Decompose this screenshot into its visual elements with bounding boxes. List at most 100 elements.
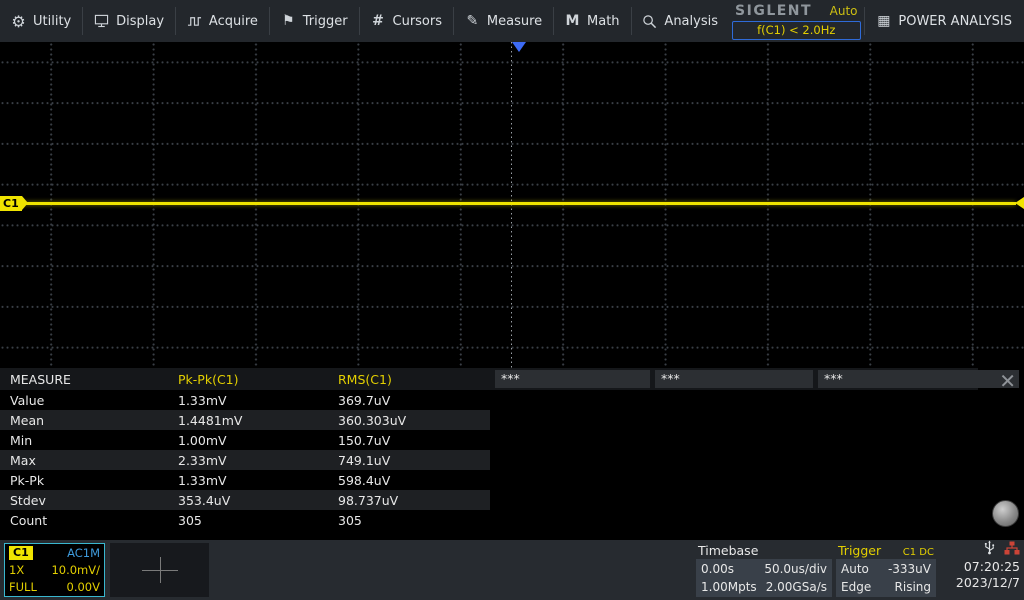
- top-menu-bar: ⚙ Utility Display Acquire ⚑ Trigger # Cu…: [0, 0, 1024, 42]
- stat-value: 1.33mV: [175, 393, 335, 408]
- channel1-trace: [0, 202, 1016, 205]
- usb-icon: [984, 540, 995, 559]
- menu-item-utility-label: Utility: [33, 14, 71, 29]
- measure-row-min: Min 1.00mV 150.7uV: [0, 430, 1024, 450]
- power-analysis-label: POWER ANALYSIS: [898, 14, 1012, 29]
- menu-item-display[interactable]: Display: [83, 0, 175, 42]
- cursors-icon: #: [371, 13, 386, 29]
- stat-value: 305: [175, 513, 335, 528]
- menu-item-cursors[interactable]: # Cursors: [360, 0, 454, 42]
- stat-value: 1.4481mV: [175, 413, 335, 428]
- trigger-mode: Auto: [841, 562, 888, 576]
- clock-date: 2023/12/7: [956, 575, 1020, 591]
- stat-label: Max: [0, 453, 175, 468]
- measure-column-rms: RMS(C1): [335, 372, 495, 387]
- trigger-position-line: [511, 42, 512, 368]
- power-analysis-button[interactable]: ▦ POWER ANALYSIS: [864, 0, 1024, 42]
- stat-label: Min: [0, 433, 175, 448]
- power-analysis-icon: ▦: [876, 13, 891, 29]
- menu-item-trigger[interactable]: ⚑ Trigger: [270, 0, 359, 42]
- stat-value: 369.7uV: [335, 393, 495, 408]
- timebase-label: Timebase: [696, 543, 832, 559]
- trigger-flag-icon: ⚑: [281, 13, 296, 29]
- clock-time: 07:20:25: [964, 559, 1020, 575]
- trigger-level-marker[interactable]: [1015, 197, 1024, 209]
- siglent-logo: SIGLENT: [735, 3, 812, 19]
- measure-row-stdev: Stdev 353.4uV 98.737uV: [0, 490, 1024, 510]
- menu-item-cursors-label: Cursors: [393, 14, 443, 29]
- stat-value: 598.4uV: [335, 473, 495, 488]
- stat-label: Stdev: [0, 493, 175, 508]
- trigger-source: C1 DC: [903, 547, 934, 558]
- brand-status-block: SIGLENT Auto f(C1) < 2.0Hz: [729, 0, 863, 42]
- stat-value: 749.1uV: [335, 453, 495, 468]
- measure-column-empty-1[interactable]: ***: [495, 370, 650, 388]
- timebase-delay: 0.00s: [701, 562, 764, 576]
- menu-item-measure[interactable]: ✎ Measure: [454, 0, 553, 42]
- add-channel-slot[interactable]: [110, 543, 209, 597]
- channel1-badge: C1: [9, 546, 33, 560]
- menu-item-math-label: Math: [587, 14, 620, 29]
- measure-icon: ✎: [465, 13, 480, 29]
- measure-column-pkpk: Pk-Pk(C1): [175, 372, 335, 387]
- menu-item-display-label: Display: [116, 14, 164, 29]
- bottom-status-bar: C1 AC1M 1X 10.0mV/ FULL 0.00V Timebase 0…: [0, 540, 1024, 600]
- stat-value: 150.7uV: [335, 433, 495, 448]
- timebase-panel[interactable]: Timebase 0.00s 50.0us/div 1.00Mpts 2.00G…: [696, 543, 832, 597]
- channel1-probe: 1X: [9, 563, 24, 577]
- channel1-level-marker[interactable]: C1: [0, 196, 22, 211]
- status-block: 07:20:25 2023/12/7: [934, 542, 1020, 592]
- menu-item-trigger-label: Trigger: [303, 14, 348, 29]
- gear-icon: ⚙: [11, 12, 26, 31]
- analysis-icon: [642, 14, 657, 29]
- measure-row-max: Max 2.33mV 749.1uV: [0, 450, 1024, 470]
- stat-value: 1.00mV: [175, 433, 335, 448]
- stat-label: Mean: [0, 413, 175, 428]
- trigger-label: Trigger: [838, 543, 881, 558]
- math-icon: M: [565, 13, 580, 29]
- crosshair-plus-icon: [142, 557, 178, 583]
- acquire-icon: [187, 14, 202, 28]
- frequency-counter: f(C1) < 2.0Hz: [732, 21, 860, 40]
- lan-icon: [1004, 541, 1020, 559]
- channel1-descriptor-box[interactable]: C1 AC1M 1X 10.0mV/ FULL 0.00V: [4, 543, 105, 597]
- menu-item-acquire[interactable]: Acquire: [176, 0, 269, 42]
- trigger-type: Edge: [841, 580, 888, 594]
- menu-item-analysis[interactable]: Analysis: [631, 0, 729, 42]
- measure-column-empty-3[interactable]: ***: [818, 370, 1019, 388]
- measure-row-mean: Mean 1.4481mV 360.303uV: [0, 410, 1024, 430]
- stat-label: Count: [0, 513, 175, 528]
- measure-header-row: MEASURE Pk-Pk(C1) RMS(C1) *** *** ***: [0, 368, 1024, 390]
- stat-value: 1.33mV: [175, 473, 335, 488]
- timebase-samplerate: 2.00GSa/s: [764, 580, 827, 594]
- menu-item-acquire-label: Acquire: [209, 14, 258, 29]
- rotary-knob-indicator[interactable]: [992, 500, 1019, 527]
- measure-panel-title: MEASURE: [0, 372, 175, 387]
- stat-value: 305: [335, 513, 495, 528]
- stat-value: 353.4uV: [175, 493, 335, 508]
- trigger-slope: Rising: [888, 580, 931, 594]
- channel1-bandwidth: FULL: [9, 580, 37, 594]
- measure-close-button[interactable]: ✕: [999, 371, 1016, 391]
- display-icon: [94, 14, 109, 28]
- measure-panel: MEASURE Pk-Pk(C1) RMS(C1) *** *** *** Va…: [0, 368, 1024, 540]
- menu-item-analysis-label: Analysis: [664, 14, 718, 29]
- measure-row-count: Count 305 305: [0, 510, 1024, 530]
- trigger-panel[interactable]: Trigger C1 DC Auto -333uV Edge Rising: [836, 543, 936, 597]
- stat-value: 2.33mV: [175, 453, 335, 468]
- measure-row-value: Value 1.33mV 369.7uV: [0, 390, 1024, 410]
- trigger-position-marker[interactable]: [512, 42, 526, 52]
- timebase-scale: 50.0us/div: [764, 562, 827, 576]
- measure-row-pkpk: Pk-Pk 1.33mV 598.4uV: [0, 470, 1024, 490]
- stat-label: Value: [0, 393, 175, 408]
- menu-item-utility[interactable]: ⚙ Utility: [0, 0, 82, 42]
- waveform-display[interactable]: C1: [0, 42, 1024, 368]
- menu-item-measure-label: Measure: [487, 14, 542, 29]
- menu-item-math[interactable]: M Math: [554, 0, 631, 42]
- channel1-offset: 0.00V: [67, 580, 100, 594]
- channel1-scale: 10.0mV/: [51, 563, 100, 577]
- acquisition-status: Auto: [830, 4, 858, 18]
- measure-column-empty-2[interactable]: ***: [655, 370, 813, 388]
- stat-value: 98.737uV: [335, 493, 495, 508]
- channel1-coupling: AC1M: [67, 546, 100, 560]
